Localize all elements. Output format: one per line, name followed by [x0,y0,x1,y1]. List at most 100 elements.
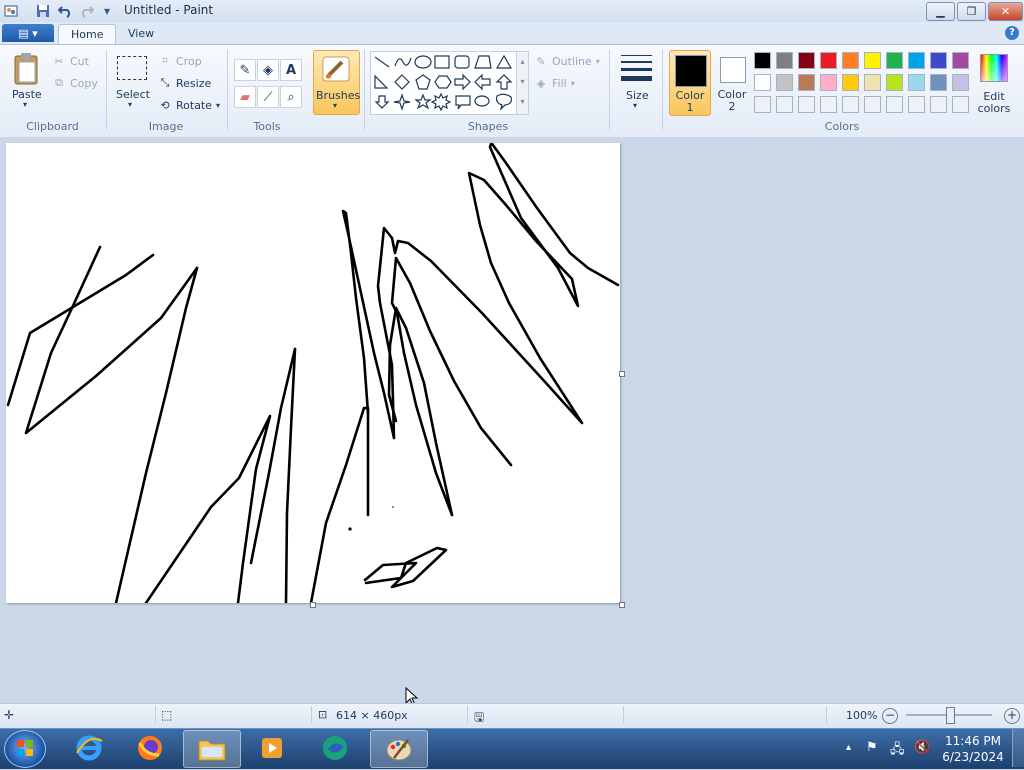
shapes-group-label: Shapes [467,120,509,133]
canvas-resize-handle-right[interactable] [619,371,625,377]
fill-button[interactable]: ◈ Fill ▾ [534,76,575,90]
palette-swatch[interactable] [820,52,837,69]
size-line-icon [621,68,652,71]
undo-icon[interactable] [57,3,73,19]
copy-button[interactable]: ⧉ Copy [52,76,98,90]
action-center-flag-icon[interactable]: ⚑ [866,740,878,755]
help-icon[interactable]: ? [1005,26,1019,40]
palette-swatch[interactable] [776,52,793,69]
zoom-out-button[interactable]: − [882,708,898,724]
color1-button[interactable]: Color 1 [669,50,711,116]
fill-bucket-icon[interactable]: ◈ [257,59,279,81]
palette-swatch[interactable] [820,74,837,91]
brushes-button[interactable]: Brushes ▾ [313,50,360,115]
rotate-icon: ⟲ [160,98,170,112]
taskbar-internet-explorer[interactable] [61,730,117,766]
palette-custom-slot[interactable] [842,96,859,113]
select-dropdown-icon: ▾ [128,100,133,109]
paint-menu-button[interactable]: ▤ ▾ [2,24,54,42]
resize-icon: ⤡ [160,76,170,89]
taskbar-clock[interactable]: 11:46 PM 6/23/2024 [938,733,1008,765]
restore-button[interactable]: ❐ [957,2,986,21]
palette-custom-slot[interactable] [864,96,881,113]
rotate-button[interactable]: ⟲ Rotate ▾ [158,98,220,112]
palette-custom-slot[interactable] [952,96,969,113]
zoom-slider-thumb[interactable] [946,707,955,724]
palette-custom-slot[interactable] [886,96,903,113]
tab-view[interactable]: View [116,24,166,44]
pencil-tool-icon[interactable]: ✎ [234,59,256,81]
palette-custom-slot[interactable] [908,96,925,113]
customize-quick-access-icon[interactable]: ▾ [99,3,115,19]
magnifier-icon[interactable]: ⌕ [280,86,302,108]
palette-swatch[interactable] [886,52,903,69]
palette-swatch[interactable] [864,74,881,91]
color2-button[interactable]: Color 2 [713,50,751,114]
taskbar-paint[interactable] [370,730,428,768]
palette-swatch[interactable] [930,52,947,69]
paint-app-icon[interactable] [3,3,19,19]
palette-swatch[interactable] [952,74,969,91]
start-button[interactable] [4,730,46,768]
minimize-button[interactable]: ▁ [926,2,955,21]
size-dropdown-icon: ▾ [633,101,638,110]
canvas-resize-handle-bottom[interactable] [310,602,316,608]
taskbar-media-player[interactable] [244,730,300,766]
palette-swatch[interactable] [842,74,859,91]
palette-swatch[interactable] [930,74,947,91]
rainbow-palette-icon [980,54,1008,82]
paste-button[interactable]: Paste ▾ [10,52,46,112]
select-button[interactable]: Select ▾ [114,54,150,112]
volume-muted-icon[interactable]: 🔇 [914,740,930,755]
taskbar-firefox[interactable] [122,730,178,766]
crop-button[interactable]: ⌗ Crop [158,54,202,68]
size-button[interactable]: Size ▾ [618,52,656,112]
taskbar-file-explorer[interactable] [183,730,241,768]
drawing-canvas[interactable] [6,139,620,605]
close-button[interactable]: ✕ [988,2,1023,21]
zoom-in-button[interactable]: + [1004,708,1020,724]
palette-swatch[interactable] [908,52,925,69]
size-label: Size [626,89,649,102]
show-desktop-button[interactable] [1012,729,1024,767]
color2-swatch [720,57,746,83]
palette-swatch[interactable] [754,52,771,69]
canvas-resize-handle-corner[interactable] [619,602,625,608]
brushes-dropdown-icon: ▾ [333,101,338,110]
tab-home[interactable]: Home [58,24,117,45]
taskbar-app-green[interactable] [307,730,363,766]
save-icon[interactable] [35,3,51,19]
palette-swatch[interactable] [798,74,815,91]
eraser-icon[interactable]: ▰ [234,86,256,108]
color-picker-icon[interactable]: ⟋ [257,86,279,108]
palette-swatch[interactable] [798,52,815,69]
copy-label: Copy [70,76,98,90]
palette-swatch[interactable] [864,52,881,69]
cut-button[interactable]: ✂ Cut [52,54,89,68]
palette-swatch[interactable] [908,74,925,91]
palette-swatch[interactable] [886,74,903,91]
text-tool-icon[interactable]: A [280,59,302,81]
edit-colors-button[interactable]: Edit colors [978,52,1010,116]
media-player-icon [262,738,282,758]
palette-swatch[interactable] [754,74,771,91]
palette-custom-slot[interactable] [798,96,815,113]
resize-button[interactable]: ⤡ Resize [158,76,212,90]
palette-custom-slot[interactable] [776,96,793,113]
network-icon[interactable]: 🖧 [890,740,905,762]
show-hidden-icons[interactable]: ▴ [846,742,851,753]
palette-custom-slot[interactable] [820,96,837,113]
redo-icon[interactable] [79,3,95,19]
outline-button[interactable]: ✎ Outline ▾ [534,54,599,68]
selection-size-icon: ⬚ [161,708,173,722]
palette-swatch[interactable] [776,74,793,91]
palette-custom-slot[interactable] [754,96,771,113]
canvas-drawing [6,139,620,605]
outline-icon: ✎ [536,54,546,68]
palette-swatch[interactable] [952,52,969,69]
shapes-scroll[interactable]: ▴ ▾ ▾ [516,52,528,114]
cursor-position-icon: ✛ [4,708,15,722]
window-title: Untitled - Paint [124,3,214,17]
palette-custom-slot[interactable] [930,96,947,113]
palette-swatch[interactable] [842,52,859,69]
